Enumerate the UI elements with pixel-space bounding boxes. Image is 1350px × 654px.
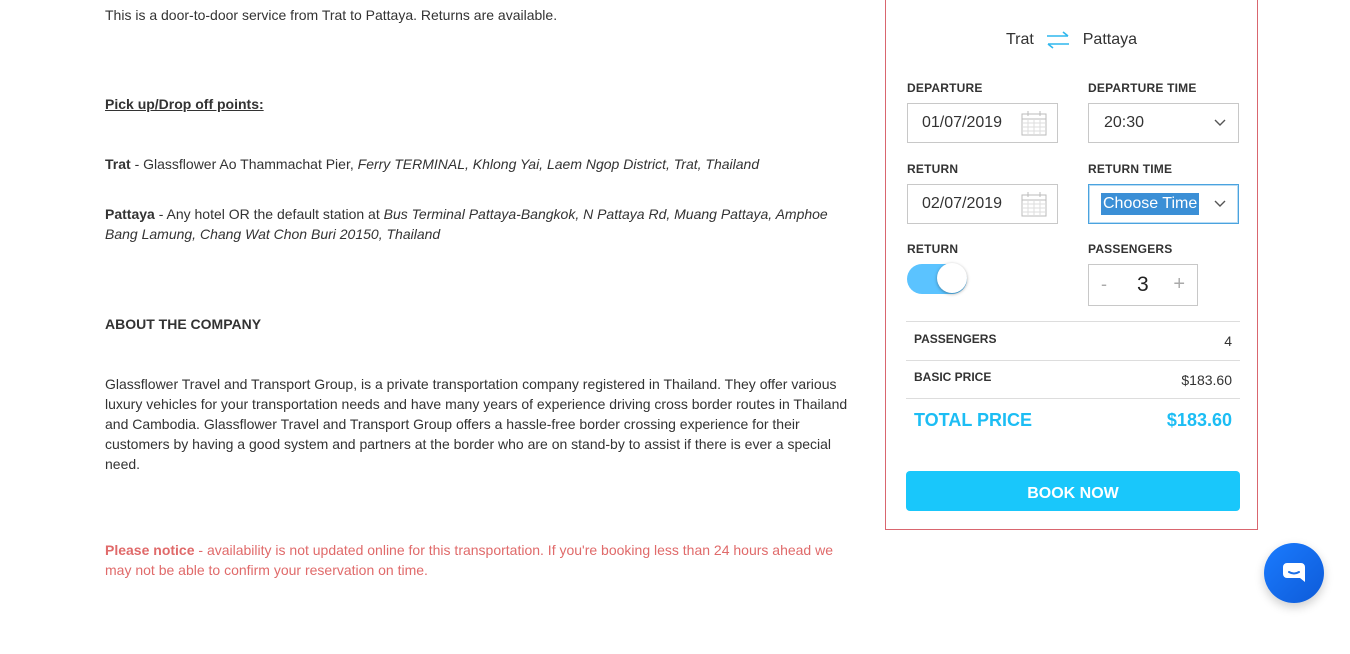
swap-arrows-icon[interactable] bbox=[1044, 30, 1072, 50]
return-time-select[interactable]: Choose Time bbox=[1088, 184, 1239, 224]
departure-time-label: DEPARTURE TIME bbox=[1088, 81, 1197, 95]
pattaya-name: Pattaya bbox=[105, 206, 155, 222]
route-header: Trat Pattaya bbox=[886, 30, 1257, 50]
passengers-label: PASSENGERS bbox=[1088, 242, 1173, 256]
trat-name: Trat bbox=[105, 156, 131, 172]
summary-passengers-label: PASSENGERS bbox=[914, 332, 997, 346]
trat-address: Ferry TERMINAL, Khlong Yai, Laem Ngop Di… bbox=[357, 156, 760, 172]
chevron-down-icon bbox=[1214, 200, 1226, 207]
departure-time-value: 20:30 bbox=[1104, 114, 1145, 131]
total-price-label: TOTAL PRICE bbox=[914, 410, 1033, 430]
calendar-icon[interactable] bbox=[1021, 110, 1047, 136]
book-now-button[interactable]: BOOK NOW bbox=[906, 471, 1240, 511]
trat-point: Trat - Glassflower Ao Thammachat Pier, F… bbox=[105, 154, 759, 174]
return-toggle-label: RETURN bbox=[907, 242, 959, 256]
about-heading: ABOUT THE COMPANY bbox=[105, 316, 262, 332]
trat-plain: - Glassflower Ao Thammachat Pier, bbox=[130, 156, 358, 172]
departure-date-value: 01/07/2019 bbox=[922, 114, 1003, 131]
notice-text: Please notice - availability is not upda… bbox=[105, 540, 845, 580]
booking-panel: Trat Pattaya DEPARTURE DEPARTURE TIME 01… bbox=[885, 0, 1258, 530]
departure-label: DEPARTURE bbox=[907, 81, 983, 95]
chevron-down-icon bbox=[1214, 119, 1226, 126]
intro-text: This is a door-to-door service from Trat… bbox=[105, 7, 558, 23]
summary-passengers-row: PASSENGERS 4 bbox=[906, 321, 1240, 360]
return-time-label: RETURN TIME bbox=[1088, 162, 1173, 176]
return-toggle[interactable] bbox=[907, 263, 967, 294]
notice-body: - availability is not updated online for… bbox=[105, 542, 834, 578]
route-to: Pattaya bbox=[1082, 31, 1138, 49]
toggle-knob bbox=[937, 263, 967, 293]
pattaya-point: Pattaya - Any hotel OR the default stati… bbox=[105, 204, 835, 244]
increment-button[interactable]: + bbox=[1173, 273, 1185, 296]
chat-bubble-icon bbox=[1283, 563, 1305, 582]
departure-date-input[interactable]: 01/07/2019 bbox=[907, 103, 1058, 143]
basic-price-row: BASIC PRICE $183.60 bbox=[906, 360, 1240, 398]
basic-price-label: BASIC PRICE bbox=[914, 370, 992, 384]
total-price-row: TOTAL PRICE $183.60 bbox=[906, 398, 1240, 442]
pattaya-plain: - Any hotel OR the default station at bbox=[154, 206, 384, 222]
chat-button[interactable] bbox=[1264, 543, 1324, 603]
decrement-button[interactable]: - bbox=[1101, 274, 1107, 295]
basic-price-value: $183.60 bbox=[1181, 372, 1232, 388]
departure-time-select[interactable]: 20:30 bbox=[1088, 103, 1239, 143]
about-text: Glassflower Travel and Transport Group, … bbox=[105, 376, 848, 472]
pickup-heading: Pick up/Drop off points: bbox=[105, 96, 264, 112]
return-date-value: 02/07/2019 bbox=[922, 195, 1003, 212]
summary-passengers-value: 4 bbox=[1224, 333, 1232, 349]
return-date-input[interactable]: 02/07/2019 bbox=[907, 184, 1058, 224]
notice-bold: Please notice bbox=[105, 542, 195, 558]
route-from: Trat bbox=[1005, 31, 1034, 49]
calendar-icon[interactable] bbox=[1021, 191, 1047, 217]
return-label: RETURN bbox=[907, 162, 959, 176]
total-price-value: $183.60 bbox=[1166, 410, 1232, 430]
passengers-stepper: - 3 + bbox=[1088, 264, 1198, 306]
passenger-count: 3 bbox=[1137, 273, 1149, 296]
return-time-value: Choose Time bbox=[1101, 193, 1200, 215]
